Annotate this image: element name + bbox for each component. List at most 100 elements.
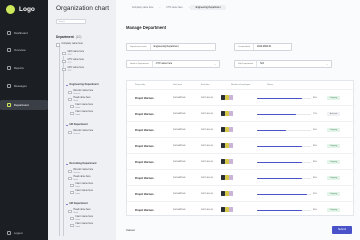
- nav-item-messages[interactable]: Messages: [5, 81, 45, 91]
- end-date: 2022-JUL-01: [201, 208, 214, 211]
- tree-member[interactable]: Intern name here Intern: [70, 104, 93, 109]
- project-title[interactable]: Project title here: [135, 113, 154, 116]
- person-role: Intern: [75, 185, 81, 188]
- department-name-field[interactable]: Department name Engineering Department: [126, 43, 216, 51]
- logo[interactable]: Logo: [6, 5, 35, 14]
- tree-member[interactable]: Intern name here Intern: [70, 111, 93, 116]
- department-name: Engineering Department: [69, 83, 99, 86]
- submit-button[interactable]: Submit: [332, 226, 352, 234]
- employee-avatars: [221, 207, 233, 212]
- avatar: [68, 90, 72, 95]
- tree-company[interactable]: Company name here: [56, 43, 83, 47]
- tree-item-text: Head name here Head: [74, 209, 91, 214]
- nav-item-reports[interactable]: Reports: [5, 63, 45, 73]
- project-title[interactable]: Project title here: [135, 177, 154, 180]
- table-row[interactable]: Project title here 2022-APR-01 2022-JUL-01…: [127, 137, 355, 153]
- department-dot-icon: [66, 84, 68, 87]
- tree-item-cto[interactable]: CTO name here CTO: [62, 59, 84, 64]
- table-row[interactable]: Project title here 2022-APR-01 2022-JUL-01…: [127, 153, 355, 169]
- avatar: [70, 223, 74, 228]
- tree-member[interactable]: Intern name here Intern: [70, 183, 93, 188]
- document-icon: [7, 66, 11, 70]
- employee-avatars: [221, 95, 233, 100]
- tree-member[interactable]: Intern name here Intern: [70, 223, 93, 228]
- progress-fill: [257, 161, 303, 164]
- progress-bar: [257, 193, 311, 196]
- cancel-button[interactable]: Cancel: [126, 228, 135, 232]
- tree-item-cfo[interactable]: CFO name here CFO: [62, 67, 84, 72]
- start-date: 2022-APR-01: [173, 192, 186, 195]
- table-row[interactable]: Project title here 2022-APR-01 2022-JUL-01…: [127, 169, 355, 185]
- tree-member[interactable]: Intern name here Intern: [70, 190, 93, 195]
- end-date: 2022-JUL-01: [201, 144, 214, 147]
- tree-item-text: Intern name here Intern: [76, 183, 94, 188]
- progress-percent: 84%: [313, 144, 318, 147]
- nav-item-overview[interactable]: Overview: [5, 45, 45, 55]
- project-title[interactable]: Project title here: [135, 193, 154, 196]
- avatar: [70, 190, 74, 195]
- tree-member[interactable]: Intern name here Intern: [70, 216, 93, 221]
- avatar: [70, 216, 74, 221]
- progress-bar: [257, 145, 311, 148]
- tree-item-text: Intern name here Intern: [76, 104, 94, 109]
- sub-department-select[interactable]: Sub Department N/A ⌄: [234, 60, 332, 68]
- person-role: Intern: [75, 225, 81, 228]
- person-role: Intern: [75, 106, 81, 109]
- person-role: CTO: [67, 61, 72, 64]
- breadcrumb-item-current[interactable]: Engineering Department: [189, 5, 227, 10]
- person-name: Intern name here: [75, 190, 94, 192]
- person-role: Head: [73, 178, 78, 181]
- field-label: Sub Department: [235, 61, 258, 67]
- tree-member[interactable]: Head name here Head: [68, 176, 91, 181]
- avatar: [225, 95, 229, 100]
- project-title[interactable]: Project title here: [135, 161, 154, 164]
- created-date-field[interactable]: Created date 2022-MAR-01: [234, 43, 292, 51]
- tree-department-recruiting[interactable]: Recruiting Department: [66, 162, 96, 166]
- person-name: Director name here: [73, 90, 94, 92]
- project-title[interactable]: Project title here: [135, 145, 154, 148]
- tree-item-text: Intern name here Intern: [76, 111, 94, 116]
- tree-item-text: CFO name here CFO: [68, 67, 84, 72]
- tree-item-ceo[interactable]: CEO name here CEO: [62, 51, 84, 56]
- nav-item-department[interactable]: Department: [0, 100, 48, 110]
- person-name: Intern name here: [75, 104, 94, 106]
- head-of-department-select[interactable]: Head of Department CTO name here ⌄: [126, 60, 220, 68]
- breadcrumb-item[interactable]: CTO name here: [160, 5, 188, 10]
- nav-item-dashboard[interactable]: Dashboard: [5, 28, 45, 38]
- progress-percent: 84%: [313, 208, 318, 211]
- person-name: Head name here: [73, 209, 91, 211]
- person-name: Intern name here: [75, 223, 94, 225]
- breadcrumb-item[interactable]: Company name here: [126, 5, 159, 10]
- tree-department-hr[interactable]: HR Department: [66, 123, 88, 127]
- avatar: [225, 175, 229, 180]
- progress-bar: [257, 177, 311, 180]
- tree-member[interactable]: Director name here Director: [68, 130, 93, 135]
- tree-item-text: Intern name here Intern: [76, 190, 94, 195]
- tree-member[interactable]: Director name here Director: [68, 90, 93, 95]
- logo-icon: [6, 5, 15, 14]
- org-search-input[interactable]: Search: [56, 19, 86, 24]
- project-title[interactable]: Project title here: [135, 97, 154, 100]
- column-header: Number of employee: [231, 84, 251, 86]
- logo-text: Logo: [19, 6, 35, 13]
- project-title[interactable]: Project title here: [135, 209, 154, 212]
- avatar: [225, 207, 229, 212]
- status-badge: Ongoing: [327, 95, 340, 100]
- tree-member[interactable]: Head name here Head: [68, 97, 91, 102]
- tree-member[interactable]: Head name here Head: [68, 209, 91, 214]
- avatar: [221, 159, 225, 164]
- start-date: 2022-APR-01: [173, 144, 186, 147]
- department-label: Department: [56, 35, 74, 39]
- table-row[interactable]: Project title here 2022-APR-01 2022-JUL-01…: [127, 121, 355, 137]
- tree-department-engineering[interactable]: Engineering Department: [66, 83, 99, 87]
- department-name: HR Department: [69, 123, 88, 126]
- logout-button[interactable]: Logout: [5, 228, 45, 238]
- tree-member[interactable]: Director name here Director: [68, 169, 93, 174]
- table-row[interactable]: Project title here 2022-APR-01 2022-JUL-01…: [127, 201, 355, 217]
- table-row[interactable]: Project title here 2022-APR-01 2022-JUL-01…: [127, 89, 355, 105]
- project-title[interactable]: Project title here: [135, 129, 154, 132]
- table-row[interactable]: Project title here 2022-APR-01 2022-JUL-01…: [127, 185, 355, 201]
- column-header: Status: [267, 84, 273, 86]
- tree-department-hr-2[interactable]: HR Department: [66, 202, 88, 206]
- table-row[interactable]: Project title here 2022-APR-01 2022-JUL-01…: [127, 105, 355, 121]
